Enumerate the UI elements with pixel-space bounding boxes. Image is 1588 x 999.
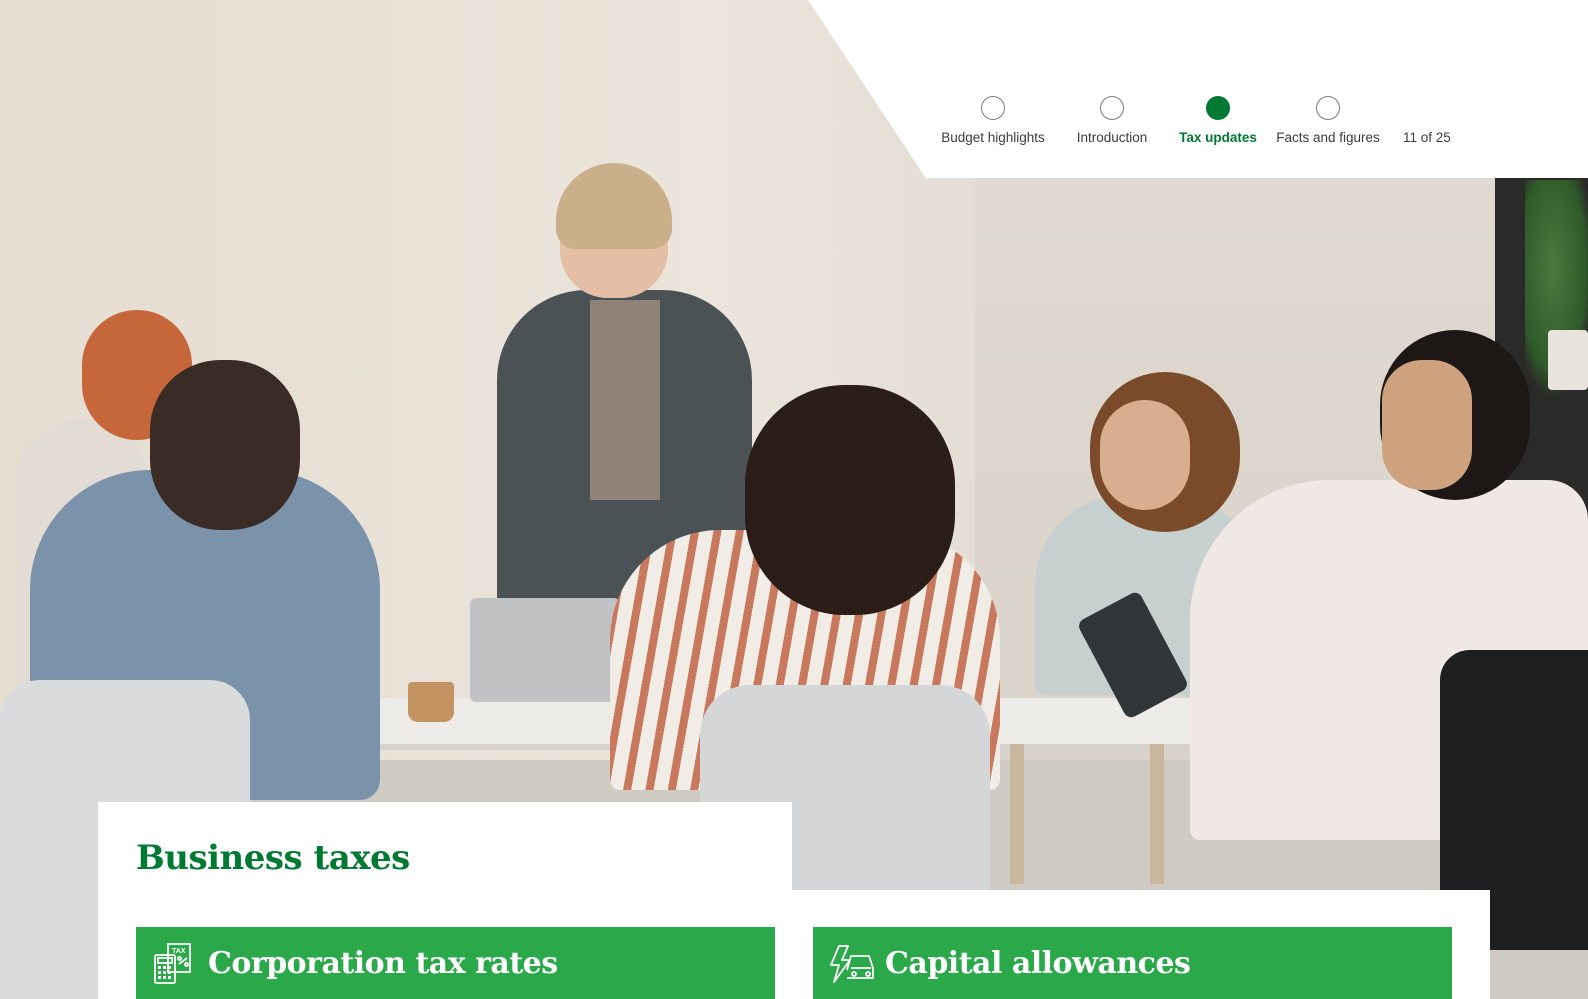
nav-step-dot[interactable] — [1316, 96, 1340, 120]
photo-coffee-cup — [408, 682, 454, 722]
nav-step-facts-and-figures[interactable]: Facts and figures — [1266, 96, 1390, 145]
photo-presenter-hair — [556, 163, 672, 249]
photo-laptop — [470, 598, 620, 702]
nav-step-label: Introduction — [1076, 130, 1148, 145]
nav-step-budget-highlights[interactable]: Budget highlights — [934, 96, 1052, 145]
section-tile-label: Corporation tax rates — [208, 945, 558, 981]
photo-person-head — [150, 360, 300, 530]
page-counter: 11 of 25 — [1403, 130, 1451, 145]
photo-plant-pot — [1548, 330, 1588, 390]
nav-step-dot[interactable] — [1100, 96, 1124, 120]
page-title: Business taxes — [136, 838, 410, 878]
nav-step-label: Budget highlights — [941, 130, 1045, 145]
nav-step-introduction[interactable]: Introduction — [1058, 96, 1166, 145]
photo-person-face — [1100, 400, 1190, 510]
photo-table-leg — [1150, 744, 1164, 884]
photo-presenter-top — [590, 300, 660, 500]
svg-text:TAX: TAX — [172, 948, 186, 955]
nav-step-dot[interactable] — [981, 96, 1005, 120]
nav-step-label: Tax updates — [1179, 130, 1257, 145]
nav-step-tax-updates[interactable]: Tax updates — [1166, 96, 1270, 145]
nav-step-label: Facts and figures — [1276, 130, 1380, 145]
photo-person-face — [1382, 360, 1472, 490]
electric-car-icon — [830, 945, 874, 983]
photo-person-hair — [745, 385, 955, 615]
section-tile-corporation-tax-rates[interactable]: TAX Corporation tax rates — [136, 927, 775, 999]
section-nav-panel — [808, 0, 1588, 178]
section-tile-label: Capital allowances — [885, 945, 1191, 981]
tax-calculator-icon: TAX — [154, 943, 191, 984]
photo-table-leg — [1010, 744, 1024, 884]
nav-step-dot-active[interactable] — [1206, 96, 1230, 120]
section-tile-capital-allowances[interactable]: Capital allowances — [813, 927, 1452, 999]
